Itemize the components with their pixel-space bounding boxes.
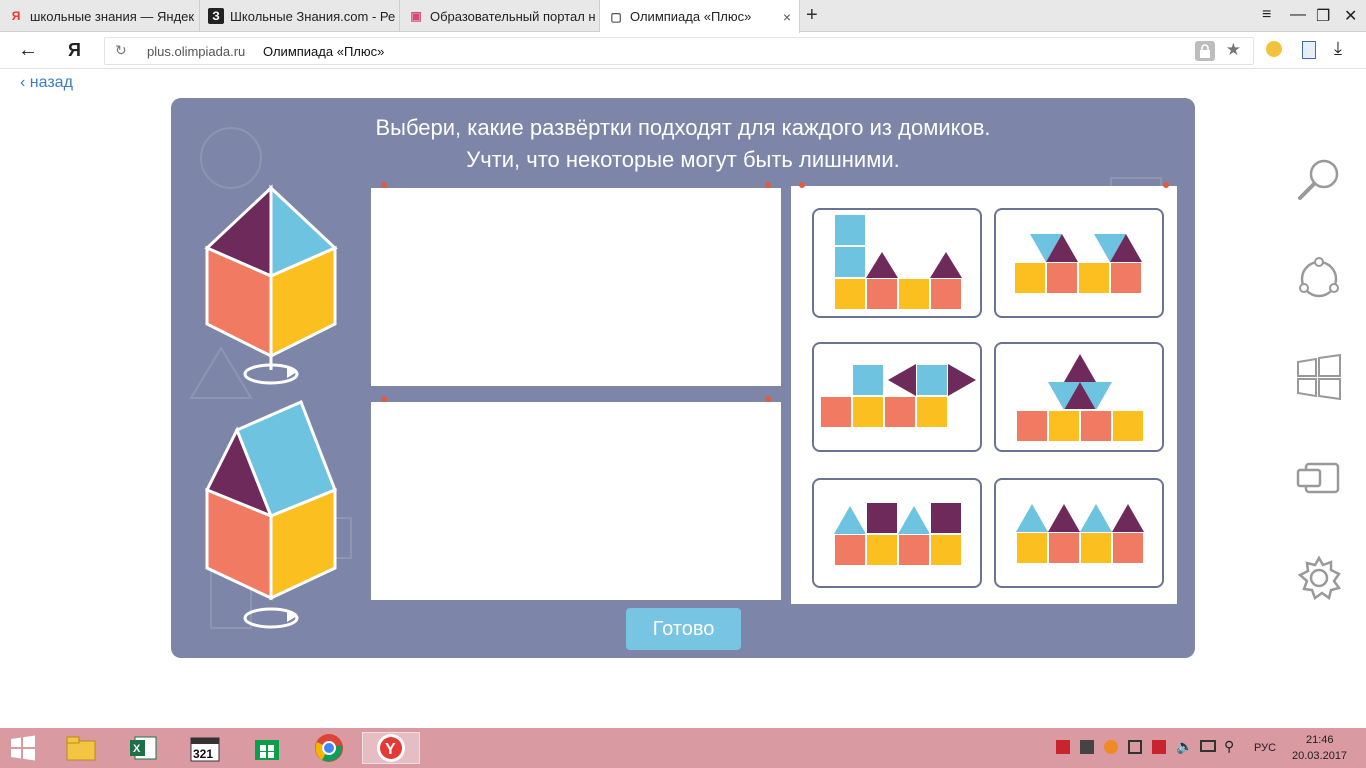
tray-app-icon[interactable] [1104, 740, 1118, 754]
pin-icon [765, 396, 771, 402]
bookmark-star-icon[interactable]: ★ [1226, 40, 1241, 60]
tab-label: школьные знания — Яндек [30, 8, 195, 24]
znanija-favicon-icon: З [208, 8, 224, 24]
house-2-figure [204, 400, 337, 601]
net-option-1-drawing [833, 213, 963, 311]
task-card: Выбери, какие развёртки подходят для каж… [171, 98, 1195, 658]
back-button[interactable]: ← [18, 39, 38, 62]
flag-tray-icon[interactable] [1152, 740, 1166, 754]
browser-menu-button[interactable]: ≡ [1262, 6, 1271, 24]
rotate-house-1-icon[interactable] [243, 362, 299, 386]
tray-app-icon[interactable] [1080, 740, 1094, 754]
search-icon[interactable] [1296, 156, 1342, 202]
svg-text:Y: Y [385, 741, 396, 758]
lock-icon[interactable] [1195, 41, 1215, 61]
instruction-text: Выбери, какие развёртки подходят для каж… [171, 112, 1195, 176]
minimize-button[interactable]: — [1290, 6, 1306, 24]
close-tab-icon[interactable]: × [783, 9, 791, 25]
taskbar: X 321 Y 🔈 ⚲ РУС 21:46 20.03.2017 [0, 728, 1366, 768]
drop-zone-house-2[interactable] [371, 396, 781, 600]
restore-button[interactable]: ❐ [1316, 6, 1330, 26]
house-1-figure [204, 184, 338, 370]
net-option-3[interactable] [812, 342, 982, 452]
extension-icon[interactable] [1266, 41, 1282, 57]
net-option-3-drawing [819, 363, 976, 429]
pin-icon [765, 182, 771, 188]
pin-icon [799, 182, 805, 188]
network-icon[interactable] [1200, 740, 1216, 752]
pin-icon [381, 396, 387, 402]
reload-icon[interactable]: ↻ [115, 42, 127, 59]
pin-icon [1163, 182, 1169, 188]
pin-icon [381, 182, 387, 188]
volume-icon[interactable]: 🔈 [1176, 738, 1193, 755]
devices-icon[interactable] [1296, 456, 1342, 502]
tab-znanija[interactable]: З Школьные Знания.com - Ре [200, 0, 400, 32]
excel-icon[interactable]: X [126, 732, 160, 764]
calendar-app-icon[interactable]: 321 [188, 732, 222, 764]
tab-yandex-search[interactable]: Я школьные знания — Яндек [0, 0, 200, 32]
clock-date[interactable]: 20.03.2017 [1292, 750, 1347, 762]
net-option-1[interactable] [812, 208, 982, 318]
nets-panel [791, 182, 1177, 604]
chevron-left-icon: ‹ [20, 74, 30, 91]
download-icon[interactable]: ⤓ [1334, 38, 1342, 59]
document-extension-icon[interactable] [1302, 41, 1316, 59]
tab-portal[interactable]: ▣ Образовательный портал н [400, 0, 600, 32]
tray-app-icon[interactable] [1128, 740, 1142, 754]
page-favicon-icon: ▢ [610, 9, 622, 24]
windows-start-button[interactable] [6, 732, 40, 764]
clock-time[interactable]: 21:46 [1306, 734, 1334, 746]
file-explorer-icon[interactable] [64, 732, 98, 764]
adobe-tray-icon[interactable] [1056, 740, 1070, 754]
net-option-2[interactable] [994, 208, 1164, 318]
store-icon[interactable] [250, 732, 284, 764]
net-option-6-drawing [1015, 504, 1145, 565]
input-language[interactable]: РУС [1254, 742, 1276, 754]
net-option-4-drawing [1015, 354, 1145, 443]
new-tab-button[interactable]: + [806, 4, 818, 27]
chrome-icon[interactable] [312, 732, 346, 764]
address-bar: ← Я ↻ plus.olimpiada.ru Олимпиада «Плюс»… [0, 33, 1366, 69]
windows-start-icon[interactable] [1296, 354, 1342, 400]
svg-text:X: X [133, 743, 141, 755]
url-domain: plus.olimpiada.ru [147, 44, 246, 59]
tab-bar: Я школьные знания — Яндек З Школьные Зна… [0, 0, 1366, 33]
net-option-2-drawing [1013, 234, 1143, 295]
drop-zone-house-1[interactable] [371, 182, 781, 386]
tab-olimpiada[interactable]: ▢ Олимпиада «Плюс» × [600, 0, 800, 33]
settings-gear-icon[interactable] [1296, 555, 1342, 601]
notification-icon[interactable]: ⚲ [1224, 738, 1234, 755]
portal-favicon-icon: ▣ [410, 9, 422, 23]
url-field[interactable]: ↻ plus.olimpiada.ru Олимпиада «Плюс» ★ [104, 37, 1254, 65]
yandex-browser-icon[interactable]: Y [362, 732, 420, 764]
rotate-house-2-icon[interactable] [243, 606, 299, 630]
done-button[interactable]: Готово [626, 608, 741, 650]
back-link[interactable]: ‹ назад [20, 74, 73, 92]
tab-label: Образовательный портал н [430, 8, 596, 24]
instruction-line-2: Учти, что некоторые могут быть лишними. [466, 147, 900, 172]
windows-logo-icon [11, 735, 35, 761]
instruction-line-1: Выбери, какие развёртки подходят для каж… [375, 115, 991, 140]
net-option-4[interactable] [994, 342, 1164, 452]
share-icon[interactable] [1296, 256, 1342, 302]
tab-label: Школьные Знания.com - Ре [230, 8, 396, 24]
net-option-5[interactable] [812, 478, 982, 588]
close-window-button[interactable]: ✕ [1344, 6, 1357, 26]
back-link-label: назад [29, 74, 73, 91]
svg-text:321: 321 [193, 747, 213, 761]
yandex-favicon-icon: Я [11, 9, 21, 23]
tab-label: Олимпиада «Плюс» [630, 9, 752, 24]
yandex-logo[interactable]: Я [68, 40, 81, 61]
url-page-title: Олимпиада «Плюс» [263, 44, 385, 59]
net-option-6[interactable] [994, 478, 1164, 588]
net-option-5-drawing [833, 501, 963, 567]
